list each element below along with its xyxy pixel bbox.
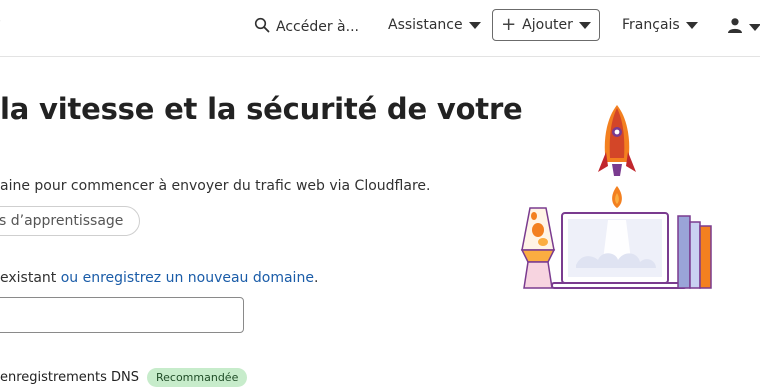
rocket-laptop-illustration — [520, 105, 712, 289]
search-nav-item[interactable]: Accéder à... — [254, 17, 359, 37]
recommended-badge: Recommandée — [146, 368, 248, 387]
register-domain-link[interactable]: ou enregistrez un nouveau domaine — [61, 270, 314, 286]
caret-down-icon — [749, 23, 760, 31]
user-icon — [727, 17, 743, 37]
language-label: Français — [622, 17, 680, 33]
dns-option-row: enregistrements DNS Recommandée — [0, 368, 248, 387]
rocket-icon — [598, 105, 636, 208]
plus-icon: + — [501, 14, 517, 35]
add-button-label: Ajouter — [522, 17, 573, 33]
caret-down-icon — [685, 21, 698, 29]
dns-option-label: enregistrements DNS — [0, 370, 139, 385]
description-text: aine pour commencer à envoyer du trafic … — [0, 178, 431, 194]
edge-glyph: ʻ — [0, 19, 1, 35]
caret-down-icon — [468, 21, 481, 29]
search-label: Accéder à... — [276, 19, 359, 35]
existing-suffix: . — [313, 270, 319, 286]
existing-domain-text: existant ou enregistrez un nouveau domai… — [0, 270, 318, 286]
search-icon — [254, 17, 270, 37]
add-button[interactable]: + Ajouter — [492, 9, 600, 41]
user-menu[interactable] — [727, 17, 760, 37]
books-icon — [677, 215, 712, 289]
laptop-icon — [551, 212, 687, 289]
lava-lamp-icon — [520, 207, 556, 289]
learning-resources-button[interactable]: s d’apprentissage — [0, 206, 140, 236]
support-label: Assistance — [388, 17, 463, 33]
language-menu[interactable]: Français — [622, 17, 698, 33]
support-menu[interactable]: Assistance — [388, 17, 481, 33]
caret-down-icon — [578, 21, 591, 29]
page-title: la vitesse et la sécurité de votre — [0, 92, 523, 126]
top-navigation-bar: ʻ Accéder à... Assistance + Ajouter Fran… — [0, 0, 760, 57]
domain-input[interactable] — [0, 297, 244, 333]
existing-prefix: existant — [0, 270, 61, 286]
